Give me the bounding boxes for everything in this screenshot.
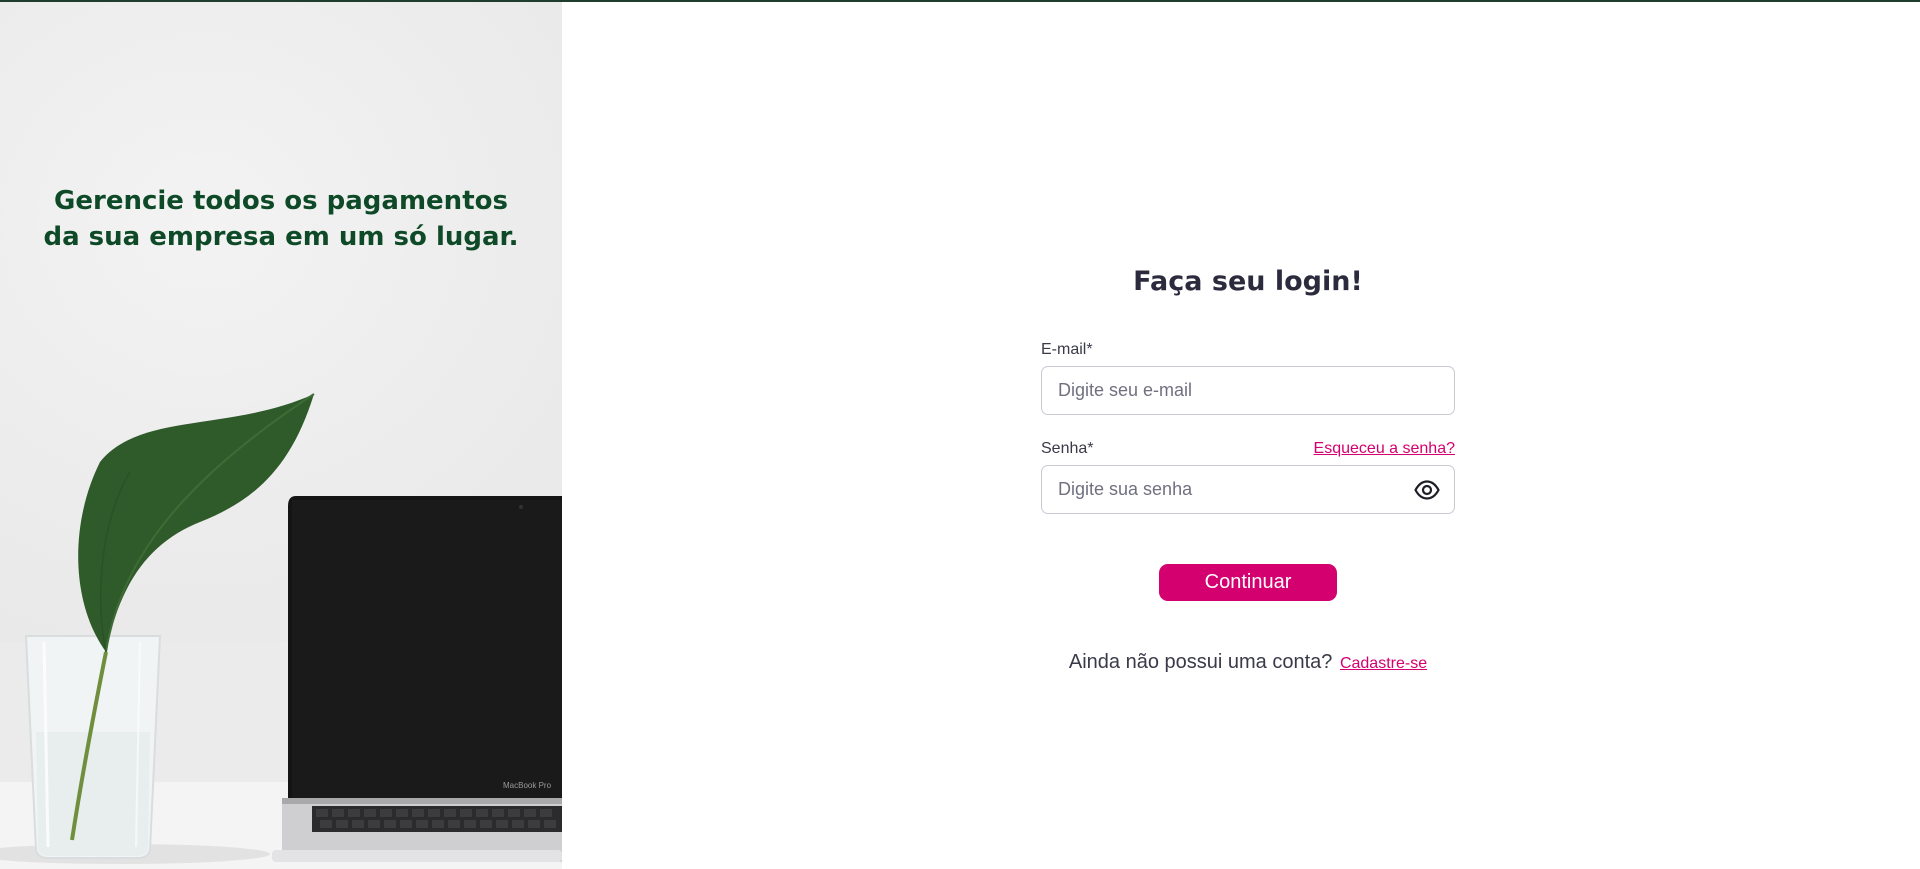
hero-illustration: MacBook Pro <box>0 393 562 869</box>
signup-link[interactable]: Cadastre-se <box>1340 655 1427 672</box>
signup-row: Ainda não possui uma conta? Cadastre-se <box>1041 651 1455 674</box>
eye-icon[interactable] <box>1414 478 1440 502</box>
continue-button[interactable]: Continuar <box>1159 564 1337 601</box>
email-label: E-mail* <box>1041 341 1093 358</box>
login-form: Faça seu login! E-mail* Senha* Esqueceu … <box>1041 262 1455 674</box>
glass-vase-image <box>24 635 162 859</box>
laptop-brand-text: MacBook Pro <box>503 781 552 790</box>
login-title: Faça seu login! <box>1133 266 1363 297</box>
signup-prompt: Ainda não possui uma conta? <box>1068 651 1333 673</box>
password-label: Senha* <box>1041 440 1094 457</box>
email-group: E-mail* <box>1041 340 1455 415</box>
email-input[interactable] <box>1042 367 1454 414</box>
password-group: Senha* Esqueceu a senha? <box>1041 439 1455 514</box>
email-input-box <box>1041 366 1455 415</box>
hero-panel: MacBook Pro Gerencie todos os pagamentos… <box>0 2 562 869</box>
password-input-box <box>1041 465 1455 514</box>
password-label-row: Senha* Esqueceu a senha? <box>1041 439 1455 459</box>
email-label-row: E-mail* <box>1041 340 1455 360</box>
hero-headline: Gerencie todos os pagamentos da sua empr… <box>43 186 519 252</box>
password-input[interactable] <box>1042 466 1454 513</box>
laptop-image: MacBook Pro <box>272 496 562 862</box>
forgot-password-link[interactable]: Esqueceu a senha? <box>1314 440 1455 458</box>
